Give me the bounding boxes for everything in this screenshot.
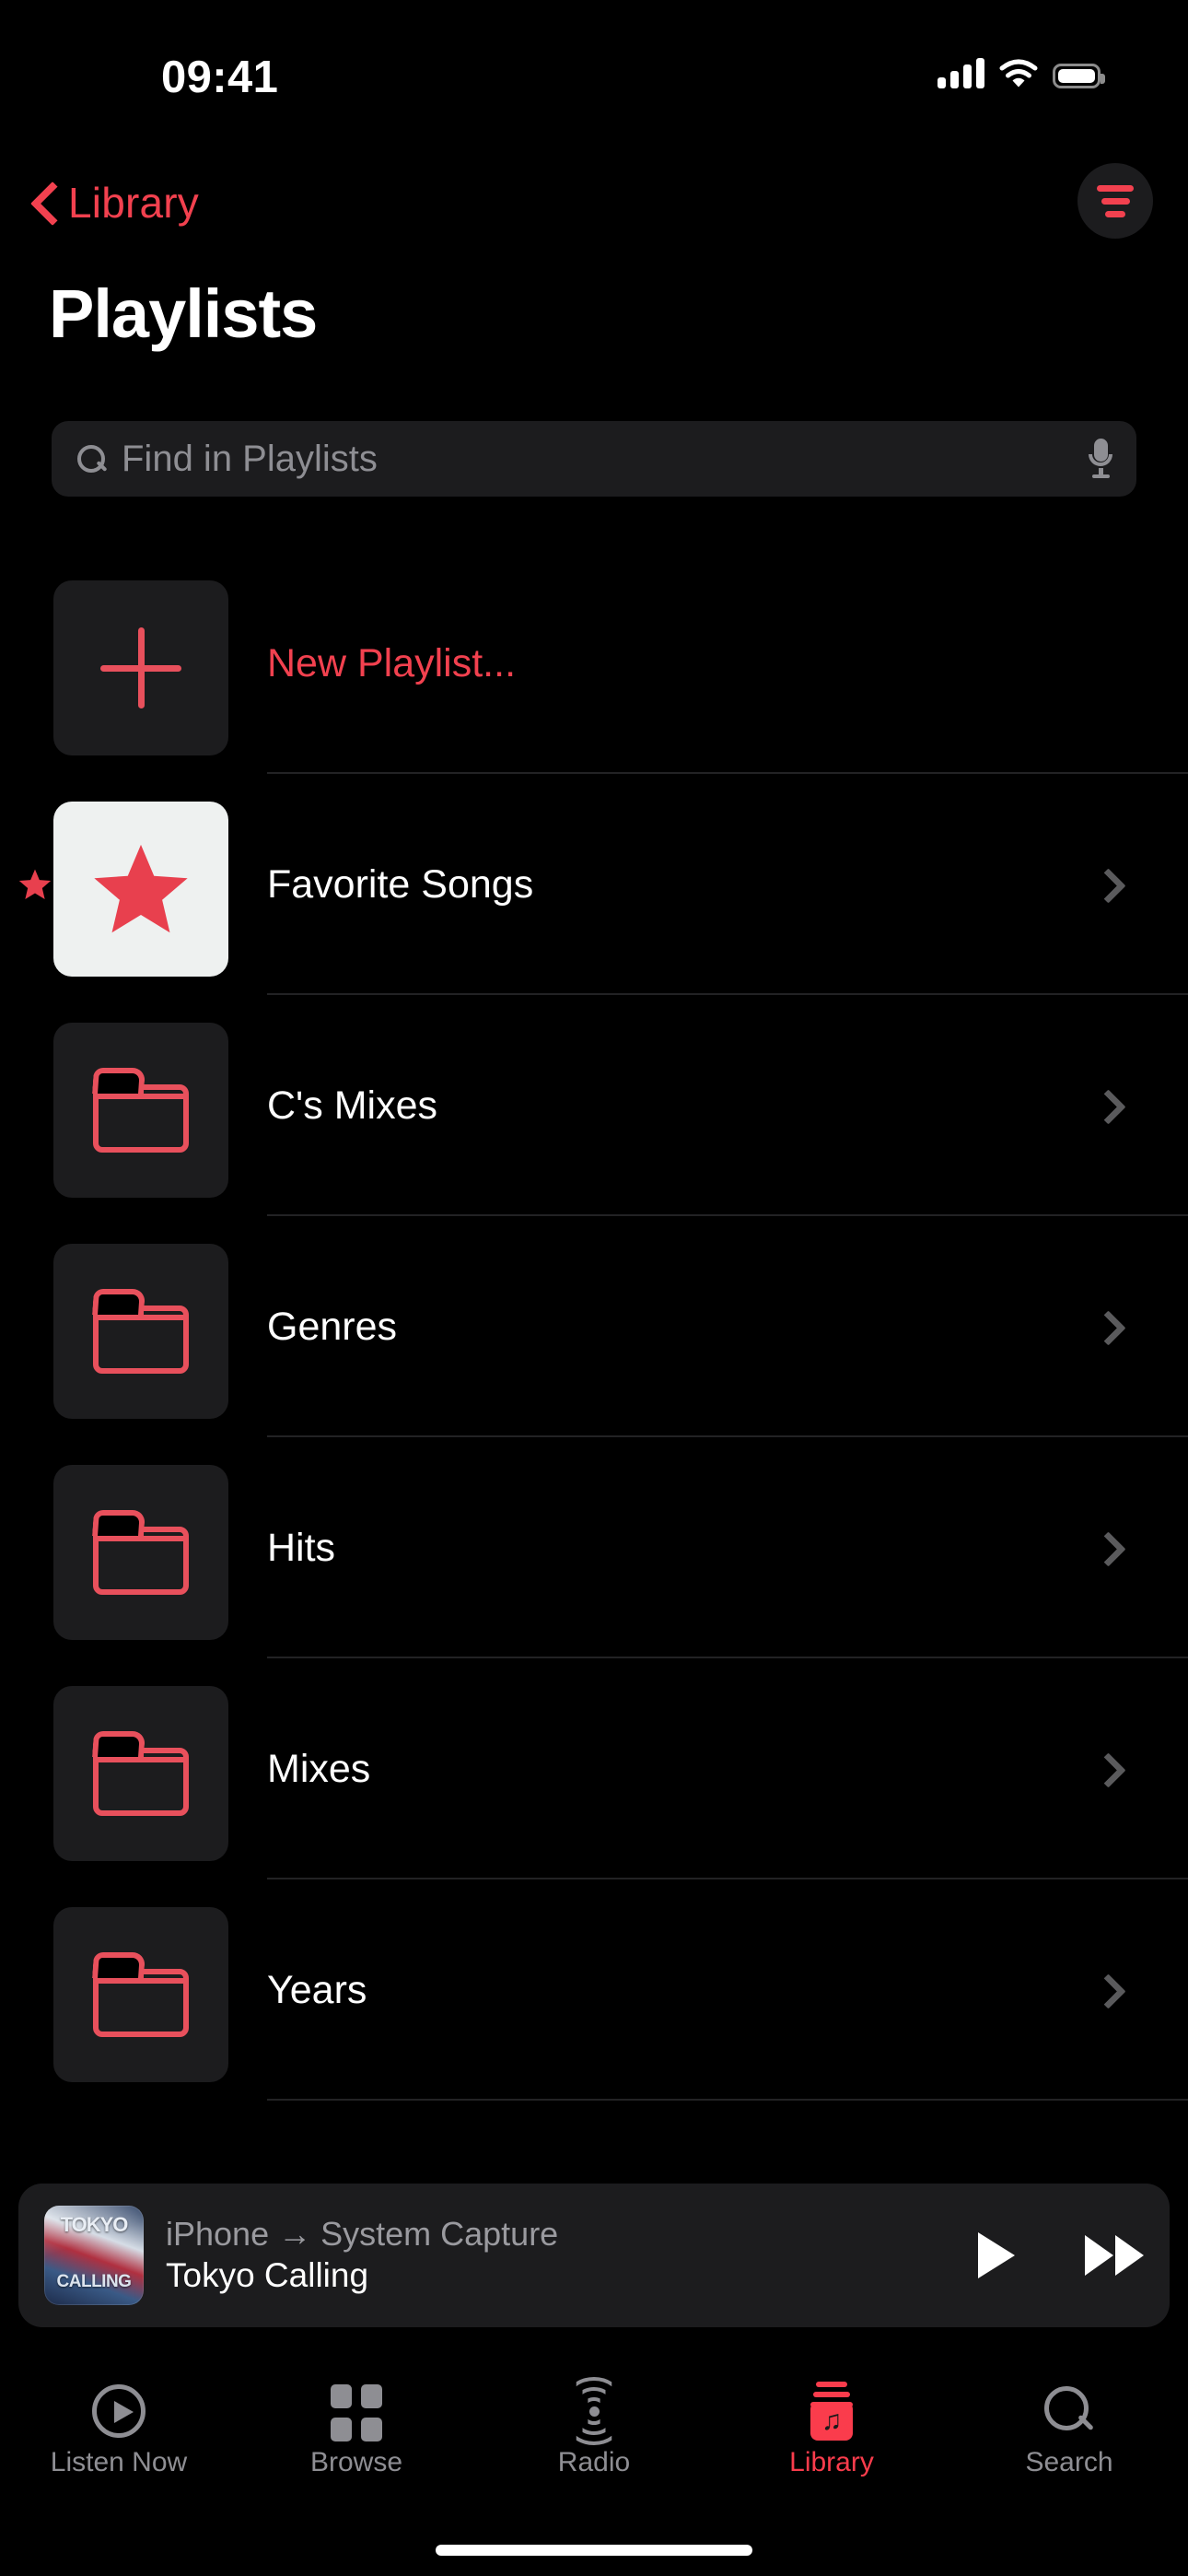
chevron-left-icon bbox=[33, 182, 57, 223]
playlist-row[interactable]: Favorite Songs bbox=[0, 774, 1188, 995]
browse-icon bbox=[331, 2384, 382, 2441]
playlist-row-label: C's Mixes bbox=[267, 1083, 437, 1128]
fast-forward-icon bbox=[1085, 2235, 1113, 2276]
search-icon bbox=[1042, 2384, 1096, 2438]
playlist-row[interactable]: Genres bbox=[0, 1216, 1188, 1437]
back-button-label: Library bbox=[68, 179, 200, 227]
playlist-row[interactable]: Years bbox=[0, 1879, 1188, 2101]
search-bar[interactable]: Find in Playlists bbox=[52, 421, 1136, 497]
playlist-thumbnail bbox=[53, 580, 228, 755]
listen-now-icon bbox=[92, 2384, 146, 2438]
tab-label: Radio bbox=[557, 2447, 631, 2477]
sort-filter-icon-line-1 bbox=[1097, 184, 1134, 192]
playlist-thumbnail bbox=[53, 802, 228, 977]
artwork-title-line-1: TOKYO bbox=[60, 2213, 129, 2236]
home-indicator[interactable] bbox=[436, 2545, 752, 2556]
playlist-row-label: New Playlist... bbox=[267, 640, 517, 685]
album-artwork: TOKYO CALLING bbox=[44, 2206, 144, 2305]
page-title: Playlists bbox=[49, 275, 318, 352]
star-icon bbox=[87, 835, 195, 943]
radio-icon bbox=[558, 2377, 630, 2445]
tab-bar: Listen Now Browse Radio ♫ Library Search bbox=[0, 2360, 1188, 2517]
tab-library[interactable]: ♫ Library bbox=[713, 2360, 950, 2517]
playlist-thumbnail bbox=[53, 1907, 228, 2082]
now-playing-title: Tokyo Calling bbox=[166, 2256, 369, 2295]
fast-forward-icon-second bbox=[1115, 2235, 1144, 2276]
fast-forward-button[interactable] bbox=[1085, 2235, 1144, 2276]
mini-player-info: iPhone → System Capture Tokyo Calling bbox=[166, 2214, 978, 2296]
search-icon bbox=[76, 443, 107, 474]
playlist-row[interactable]: Mixes bbox=[0, 1658, 1188, 1879]
search-input[interactable]: Find in Playlists bbox=[122, 439, 1089, 480]
tab-search[interactable]: Search bbox=[950, 2360, 1188, 2517]
playlist-list: New Playlist... Favorite Songs C's Mixes Ge… bbox=[0, 553, 1188, 2101]
wifi-icon bbox=[999, 58, 1038, 88]
playlist-row-label: Years bbox=[267, 1967, 367, 2012]
tab-listen-now[interactable]: Listen Now bbox=[0, 2360, 238, 2517]
playlist-row-label: Mixes bbox=[267, 1746, 371, 1791]
battery-full-icon bbox=[1053, 64, 1105, 88]
playlist-row-label: Hits bbox=[267, 1525, 336, 1570]
status-bar: 09:41 bbox=[0, 0, 1188, 111]
chevron-right-icon bbox=[1096, 1532, 1112, 1563]
playlist-row[interactable]: Hits bbox=[0, 1437, 1188, 1658]
playback-route-label: iPhone → System Capture bbox=[166, 2215, 559, 2254]
navigation-bar: Library bbox=[0, 163, 1188, 272]
status-bar-time: 09:41 bbox=[161, 53, 279, 102]
sort-filter-icon-line-3 bbox=[1105, 210, 1125, 217]
library-icon: ♫ bbox=[808, 2382, 856, 2441]
back-button[interactable]: Library bbox=[33, 178, 199, 228]
microphone-icon[interactable] bbox=[1089, 439, 1112, 479]
tab-label: Search bbox=[1025, 2447, 1113, 2477]
tab-label: Browse bbox=[309, 2447, 403, 2477]
cellular-bars-icon bbox=[938, 58, 984, 88]
folder-icon bbox=[92, 1068, 189, 1153]
tab-label: Library bbox=[789, 2447, 874, 2477]
play-icon bbox=[978, 2232, 1015, 2278]
playlist-thumbnail bbox=[53, 1686, 228, 1861]
sort-filter-button[interactable] bbox=[1077, 163, 1153, 239]
folder-icon bbox=[92, 1952, 189, 2037]
chevron-right-icon bbox=[1096, 1311, 1112, 1342]
plus-icon bbox=[100, 627, 181, 708]
tab-radio[interactable]: Radio bbox=[475, 2360, 713, 2517]
sort-filter-icon-line-2 bbox=[1101, 197, 1130, 205]
folder-icon bbox=[92, 1731, 189, 1816]
chevron-right-icon bbox=[1096, 869, 1112, 900]
playlist-thumbnail bbox=[53, 1465, 228, 1640]
artwork-title-line-2: CALLING bbox=[56, 2272, 132, 2291]
folder-icon bbox=[92, 1289, 189, 1374]
playlist-thumbnail bbox=[53, 1023, 228, 1198]
app-screen: 09:41 Library Playlists Find in Playlist… bbox=[0, 0, 1188, 2576]
chevron-right-icon bbox=[1096, 1090, 1112, 1121]
playlist-row-label: Favorite Songs bbox=[267, 861, 534, 907]
folder-icon bbox=[92, 1510, 189, 1595]
status-bar-indicators bbox=[938, 58, 1105, 88]
mini-player[interactable]: TOKYO CALLING iPhone → System Capture To… bbox=[18, 2184, 1170, 2327]
tab-browse[interactable]: Browse bbox=[238, 2360, 475, 2517]
playlist-row[interactable]: New Playlist... bbox=[0, 553, 1188, 774]
playlist-thumbnail bbox=[53, 1244, 228, 1419]
chevron-right-icon bbox=[1096, 1753, 1112, 1785]
playlist-row-label: Genres bbox=[267, 1304, 398, 1349]
tab-label: Listen Now bbox=[50, 2447, 188, 2477]
playlist-row[interactable]: C's Mixes bbox=[0, 995, 1188, 1216]
row-separator bbox=[267, 2099, 1188, 2101]
play-button[interactable] bbox=[978, 2232, 1015, 2278]
chevron-right-icon bbox=[1096, 1974, 1112, 2006]
star-badge-icon bbox=[17, 866, 53, 903]
